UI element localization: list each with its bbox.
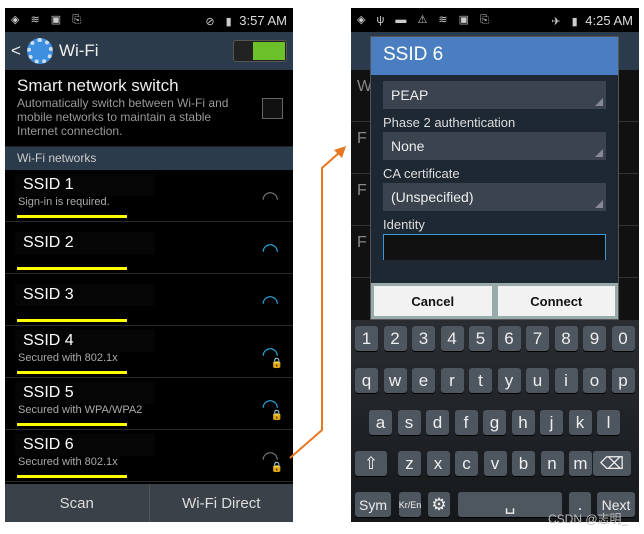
watermark: CSDN @志明_ [548, 512, 629, 526]
flow-arrow [289, 146, 346, 459]
